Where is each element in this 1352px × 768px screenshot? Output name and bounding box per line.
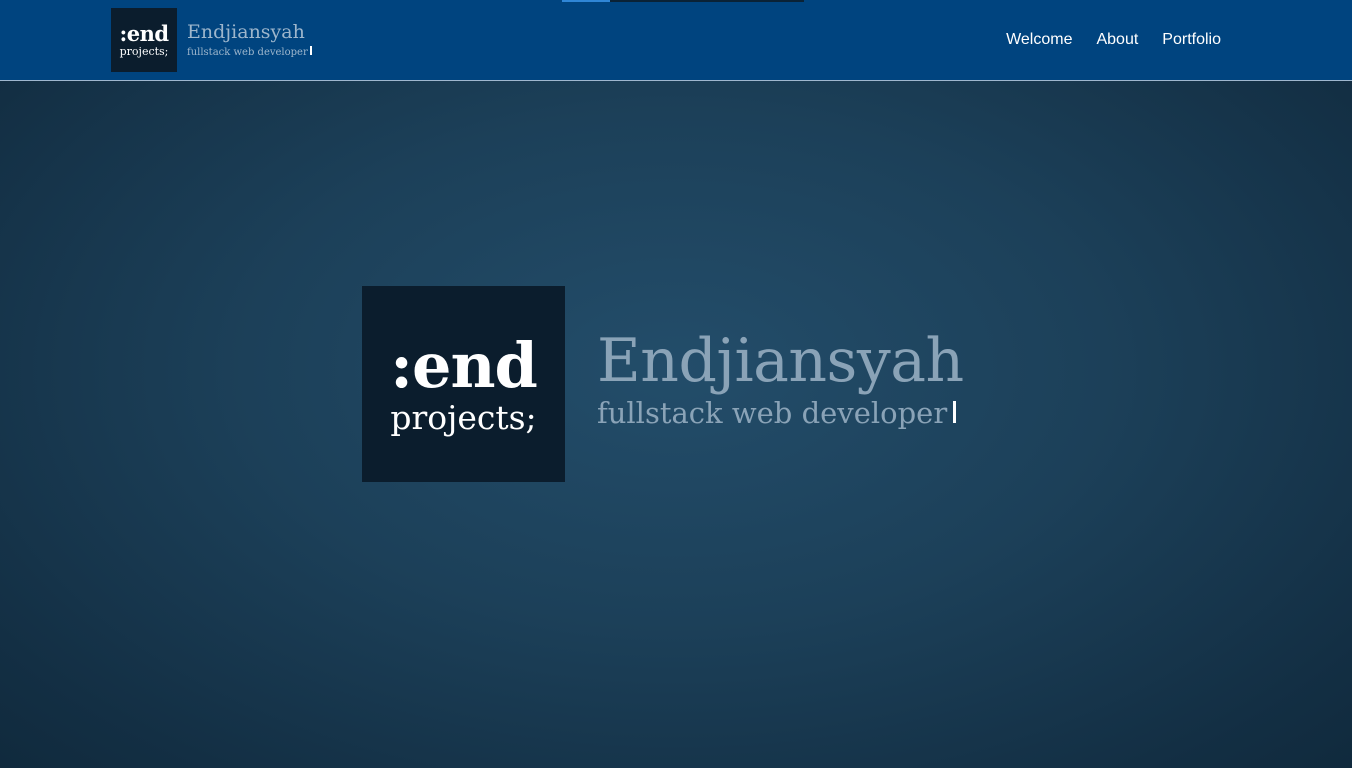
hero-logo-group: :end projects; Endjiansyah fullstack web…	[362, 286, 964, 482]
nav-link-about[interactable]: About	[1096, 31, 1138, 49]
brand-logo-line2: projects;	[119, 45, 169, 58]
hero-tagline-row: fullstack web developer	[597, 395, 964, 430]
page-loading-bar-fill	[562, 0, 611, 2]
typing-cursor-icon	[309, 45, 312, 55]
brand-tagline-row: fullstack web developer	[187, 45, 312, 58]
hero-tagline: fullstack web developer	[597, 395, 948, 430]
typing-cursor-icon	[953, 400, 957, 423]
nav-link-welcome[interactable]: Welcome	[1006, 31, 1072, 49]
hero-logo-line1: :end	[390, 328, 538, 402]
top-navbar: :end projects; Endjiansyah fullstack web…	[0, 0, 1352, 81]
hero-name: Endjiansyah	[597, 325, 964, 396]
hero-logo-line2: projects;	[390, 397, 537, 437]
brand-text: Endjiansyah fullstack web developer	[187, 20, 312, 58]
main-nav: Welcome About Portfolio	[982, 0, 1221, 80]
brand-tagline: fullstack web developer	[187, 46, 308, 58]
brand-logo: :end projects;	[111, 8, 177, 72]
hero-text: Endjiansyah fullstack web developer	[597, 331, 964, 428]
page-loading-bar	[562, 0, 804, 2]
brand-logo-line1: :end	[119, 21, 169, 46]
nav-link-portfolio[interactable]: Portfolio	[1162, 31, 1221, 49]
hero-logo: :end projects;	[362, 286, 565, 482]
brand-link[interactable]: :end projects; Endjiansyah fullstack web…	[111, 8, 312, 72]
brand-name: Endjiansyah	[187, 20, 305, 43]
